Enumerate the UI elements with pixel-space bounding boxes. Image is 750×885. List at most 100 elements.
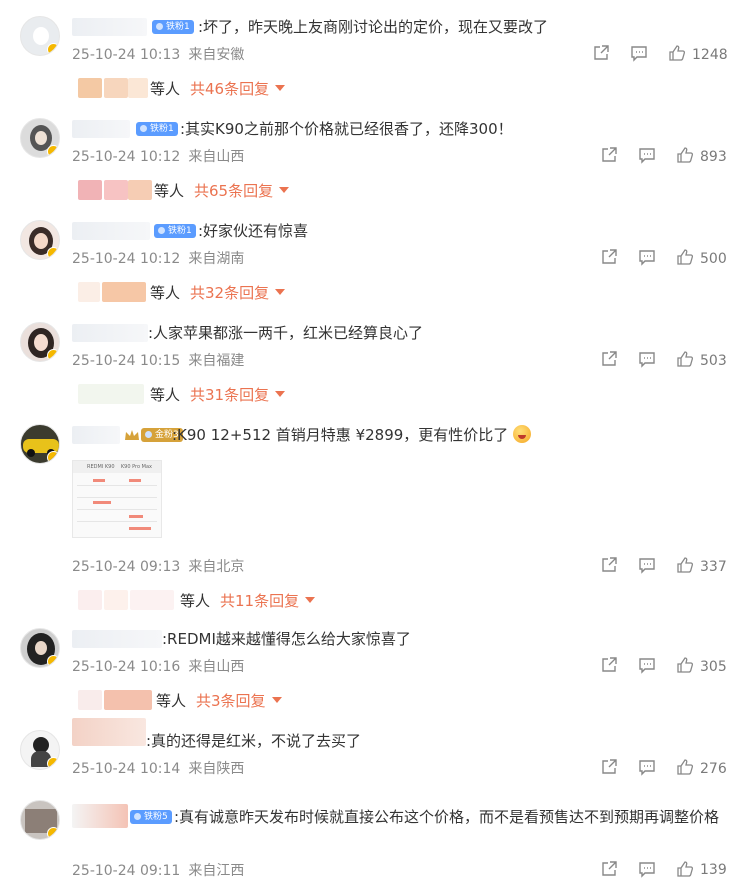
username-blurred[interactable] bbox=[72, 18, 147, 36]
avatar[interactable] bbox=[20, 16, 60, 56]
chevron-down-icon bbox=[279, 187, 290, 193]
comment-icon[interactable] bbox=[638, 656, 656, 674]
reply-count-link[interactable]: 共11条回复 bbox=[220, 590, 316, 611]
comment-text: :真的还得是红米，不说了去买了 bbox=[146, 732, 362, 750]
like-icon[interactable] bbox=[676, 758, 694, 776]
comment-time: 25-10-24 10:14 bbox=[72, 761, 181, 777]
comment-location: 来自陕西 bbox=[188, 761, 245, 777]
reply-count-link[interactable]: 共3条回复 bbox=[196, 690, 282, 711]
like-icon[interactable] bbox=[676, 248, 694, 266]
reply-summary[interactable]: 等人 共31条回复 bbox=[78, 382, 308, 406]
reply-users: 等人 bbox=[156, 692, 187, 710]
comment-icon[interactable] bbox=[638, 146, 656, 164]
comment-meta: 25-10-24 10:12 来自湖南 bbox=[72, 248, 244, 268]
verified-badge-icon bbox=[47, 349, 59, 361]
verified-badge-icon bbox=[47, 827, 59, 839]
share-icon[interactable] bbox=[600, 860, 618, 878]
like-icon[interactable] bbox=[676, 860, 694, 878]
comment-meta: 25-10-24 10:16 来自山西 bbox=[72, 656, 244, 676]
reply-users: 等人 bbox=[150, 284, 181, 302]
reply-users: 等人 bbox=[154, 182, 185, 200]
like-icon[interactable] bbox=[676, 146, 694, 164]
share-icon[interactable] bbox=[600, 350, 618, 368]
share-icon[interactable] bbox=[600, 656, 618, 674]
username-blurred[interactable] bbox=[72, 426, 120, 444]
share-icon[interactable] bbox=[600, 758, 618, 776]
reply-summary[interactable]: 等人 共46条回复 bbox=[78, 76, 298, 100]
reply-users: 等人 bbox=[150, 386, 181, 404]
fan-level-tag: 铁粉1 bbox=[136, 122, 178, 136]
comment-text: :其实K90之前那个价格就已经很香了，还降300！ bbox=[180, 120, 513, 138]
comment-time: 25-10-24 10:16 bbox=[72, 659, 181, 675]
like-count: 139 bbox=[700, 862, 727, 878]
avatar[interactable] bbox=[20, 220, 60, 260]
like-icon[interactable] bbox=[676, 556, 694, 574]
reply-count-link[interactable]: 共32条回复 bbox=[190, 282, 286, 303]
username-blurred[interactable] bbox=[72, 222, 150, 240]
username-blurred[interactable] bbox=[72, 120, 130, 138]
comment-icon[interactable] bbox=[638, 556, 656, 574]
comment-time: 25-10-24 10:12 bbox=[72, 149, 181, 165]
like-count: 305 bbox=[700, 659, 727, 675]
avatar[interactable] bbox=[20, 322, 60, 362]
comment-icon[interactable] bbox=[638, 350, 656, 368]
share-icon[interactable] bbox=[600, 146, 618, 164]
comment-time: 25-10-24 10:13 bbox=[72, 47, 181, 63]
comment-meta: 25-10-24 10:15 来自福建 bbox=[72, 350, 244, 370]
reply-summary[interactable]: 等人 共65条回复 bbox=[78, 178, 308, 202]
thumb-col1: REDMI K90 bbox=[87, 464, 115, 470]
comment-location: 来自北京 bbox=[188, 559, 245, 575]
comment-icon[interactable] bbox=[630, 44, 648, 62]
like-count: 1248 bbox=[692, 47, 728, 63]
crown-icon bbox=[125, 430, 139, 440]
emoji-icon bbox=[513, 425, 532, 443]
comment-meta: 25-10-24 10:12 来自山西 bbox=[72, 146, 244, 166]
comment-location: 来自湖南 bbox=[188, 251, 245, 267]
comment-text: :REDMI越来越懂得怎么给大家惊喜了 bbox=[162, 630, 411, 648]
chevron-down-icon bbox=[275, 85, 286, 91]
comment-text: :坏了，昨天晚上友商刚讨论出的定价，现在又要改了 bbox=[198, 18, 549, 36]
comment-text: :好家伙还有惊喜 bbox=[198, 222, 309, 240]
reply-summary[interactable]: 等人 共32条回复 bbox=[78, 280, 308, 304]
share-icon[interactable] bbox=[600, 248, 618, 266]
username-blurred[interactable] bbox=[72, 324, 148, 342]
like-icon[interactable] bbox=[668, 44, 686, 62]
like-count: 337 bbox=[700, 559, 727, 575]
comment-meta: 25-10-24 09:11 来自江西 bbox=[72, 860, 244, 880]
reply-summary[interactable]: 等人 共11条回复 bbox=[78, 588, 338, 612]
reply-count-link[interactable]: 共31条回复 bbox=[190, 384, 286, 405]
username-blurred[interactable] bbox=[72, 718, 146, 746]
like-count: 503 bbox=[700, 353, 727, 369]
chevron-down-icon bbox=[271, 697, 282, 703]
like-icon[interactable] bbox=[676, 656, 694, 674]
reply-count-link[interactable]: 共46条回复 bbox=[190, 78, 286, 99]
reply-count-link[interactable]: 共65条回复 bbox=[194, 180, 290, 201]
share-icon[interactable] bbox=[592, 44, 610, 62]
verified-badge-icon bbox=[47, 247, 59, 259]
avatar[interactable] bbox=[20, 424, 60, 464]
comment-icon[interactable] bbox=[638, 248, 656, 266]
reply-summary[interactable]: 等人 共3条回复 bbox=[78, 688, 308, 712]
comment-location: 来自福建 bbox=[188, 353, 245, 369]
avatar[interactable] bbox=[20, 800, 60, 840]
avatar[interactable] bbox=[20, 730, 60, 770]
verified-badge-icon bbox=[47, 451, 59, 463]
comment-icon[interactable] bbox=[638, 758, 656, 776]
verified-badge-icon bbox=[47, 145, 59, 157]
comment-icon[interactable] bbox=[638, 860, 656, 878]
comment-time: 25-10-24 10:12 bbox=[72, 251, 181, 267]
attached-image-thumbnail[interactable]: REDMI K90 K90 Pro Max bbox=[72, 460, 162, 538]
avatar[interactable] bbox=[20, 628, 60, 668]
comment-meta: 25-10-24 09:13 来自北京 bbox=[72, 556, 244, 576]
comment-time: 25-10-24 09:13 bbox=[72, 559, 181, 575]
comment-location: 来自江西 bbox=[188, 863, 245, 879]
comment-meta: 25-10-24 10:14 来自陕西 bbox=[72, 758, 244, 778]
comment-location: 来自安徽 bbox=[188, 47, 245, 63]
share-icon[interactable] bbox=[600, 556, 618, 574]
avatar[interactable] bbox=[20, 118, 60, 158]
like-icon[interactable] bbox=[676, 350, 694, 368]
comment-time: 25-10-24 09:11 bbox=[72, 863, 181, 879]
username-blurred[interactable] bbox=[72, 630, 162, 648]
comment-location: 来自山西 bbox=[188, 149, 245, 165]
fan-level-tag: 铁粉1 bbox=[152, 20, 194, 34]
